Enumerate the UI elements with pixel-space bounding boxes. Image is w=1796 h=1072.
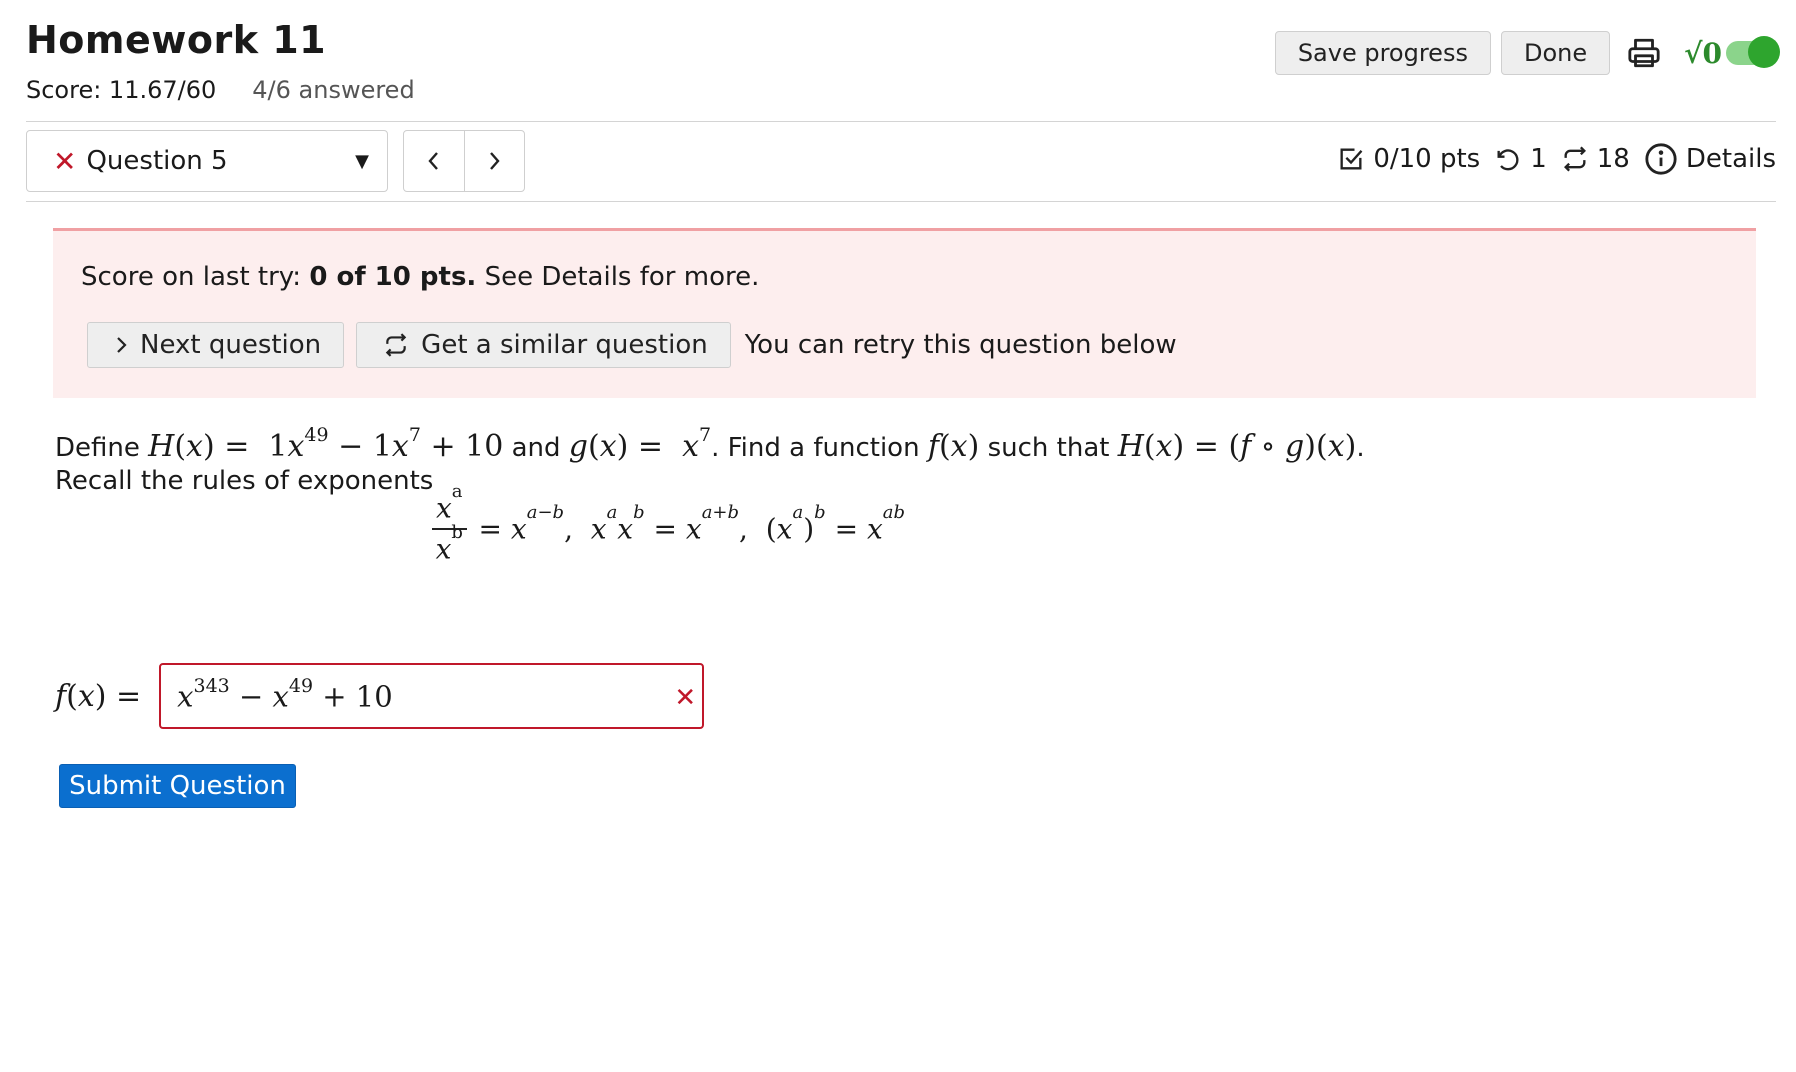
next-question-button[interactable]: Next question bbox=[87, 322, 345, 368]
last-try-alert: Score on last try: 0 of 10 pts. See Deta… bbox=[53, 228, 1756, 398]
caret-down-icon: ▼ bbox=[355, 150, 369, 172]
fraction: xa xb bbox=[432, 481, 467, 566]
answer-label: f(x) = bbox=[55, 678, 142, 714]
math-h-definition: H(x) = 1x49 − 1x7 + 10 bbox=[148, 424, 504, 464]
chevron-right-icon bbox=[117, 337, 127, 353]
retries-indicator: 1 bbox=[1494, 144, 1547, 174]
answer-value: x343 − x49 + 10 bbox=[177, 674, 393, 714]
details-button[interactable]: Details bbox=[1644, 142, 1776, 176]
submit-question-button[interactable]: Submit Question bbox=[59, 764, 296, 808]
alert-message: Score on last try: 0 of 10 pts. See Deta… bbox=[81, 262, 760, 292]
answer-row: f(x) = x343 − x49 + 10 ✕ bbox=[55, 663, 705, 729]
math-f: f(x) bbox=[927, 429, 980, 464]
repeat-icon bbox=[385, 333, 407, 357]
score-text: Score: 11.67/60 bbox=[26, 76, 217, 104]
question-meta: 0/10 pts 1 18 Details bbox=[1337, 142, 1776, 176]
score-line: Score: 11.67/60 4/6 answered bbox=[26, 76, 415, 104]
retries-count: 1 bbox=[1530, 144, 1547, 174]
retry-message: You can retry this question below bbox=[744, 330, 1177, 360]
undo-icon bbox=[1497, 149, 1519, 171]
details-label: Details bbox=[1685, 144, 1776, 174]
top-actions: Save progress Done √0 bbox=[1274, 31, 1780, 75]
similar-question-button[interactable]: Get a similar question bbox=[356, 322, 731, 368]
points-indicator: 0/10 pts bbox=[1337, 144, 1480, 174]
points-text: 0/10 pts bbox=[1373, 144, 1481, 174]
chevron-right-icon bbox=[490, 152, 500, 170]
question-nav-buttons bbox=[403, 130, 525, 192]
toggle-knob bbox=[1748, 36, 1780, 68]
alert-buttons: Next question Get a similar question You… bbox=[87, 322, 1177, 368]
answer-input[interactable]: x343 − x49 + 10 ✕ bbox=[159, 663, 705, 729]
divider bbox=[26, 121, 1776, 122]
answered-count: 4/6 answered bbox=[252, 76, 415, 104]
divider bbox=[26, 201, 1776, 202]
x-icon: ✕ bbox=[53, 144, 77, 178]
question-select[interactable]: ✕ Question 5 ▼ bbox=[26, 130, 388, 192]
previous-question-button[interactable] bbox=[404, 131, 464, 191]
question-select-label: Question 5 bbox=[86, 146, 228, 176]
info-icon bbox=[1645, 143, 1677, 175]
next-question-nav-button[interactable] bbox=[463, 131, 525, 191]
versions-indicator: 18 bbox=[1561, 144, 1630, 174]
save-progress-button[interactable]: Save progress bbox=[1274, 31, 1491, 75]
versions-count: 18 bbox=[1596, 144, 1630, 174]
done-button[interactable]: Done bbox=[1500, 31, 1611, 75]
math-composition: H(x) = (f ∘ g)(x) bbox=[1117, 429, 1357, 464]
incorrect-x-icon: ✕ bbox=[674, 683, 697, 713]
checkbox-icon bbox=[1340, 148, 1363, 170]
printer-icon[interactable] bbox=[1620, 31, 1668, 75]
math-g-definition: g(x) = x7 bbox=[568, 424, 712, 464]
math-toggle[interactable]: √0 bbox=[1684, 36, 1780, 70]
toggle-switch[interactable] bbox=[1726, 36, 1780, 68]
sqrt-icon: √0 bbox=[1684, 36, 1722, 70]
question-statement: Define H(x) = 1x49 − 1x7 + 10 and g(x) =… bbox=[55, 424, 1365, 464]
chevron-left-icon bbox=[428, 152, 438, 170]
repeat-icon bbox=[1563, 146, 1586, 172]
question-text: Define H(x) = 1x49 − 1x7 + 10 and g(x) =… bbox=[55, 424, 1365, 496]
homework-title: Homework 11 bbox=[26, 18, 327, 62]
header: Homework 11 Score: 11.67/60 4/6 answered bbox=[26, 18, 415, 104]
exponent-rules: xa xb = xa−b, xaxb = xa+b, (xa)b = xab bbox=[432, 481, 905, 566]
